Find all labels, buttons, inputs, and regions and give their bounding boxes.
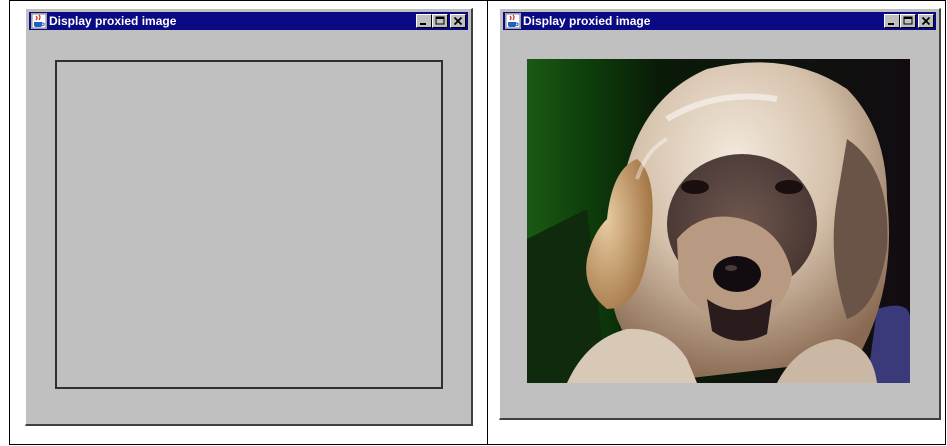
minimize-icon	[420, 23, 426, 25]
java-cup-icon[interactable]	[31, 13, 47, 29]
close-button[interactable]	[918, 14, 934, 28]
window-title: Display proxied image	[49, 14, 177, 28]
close-button[interactable]	[450, 14, 466, 28]
close-icon	[453, 16, 463, 26]
maximize-icon	[903, 16, 913, 25]
java-cup-icon[interactable]	[505, 13, 521, 29]
title-bar[interactable]: Display proxied image	[503, 12, 936, 30]
puppy-photo	[527, 59, 910, 383]
minimize-button[interactable]	[416, 14, 432, 28]
close-icon	[921, 16, 931, 26]
proxy-window-loading: Display proxied image	[25, 8, 473, 426]
image-placeholder	[55, 60, 443, 389]
minimize-icon	[888, 23, 894, 25]
figure-divider	[487, 0, 488, 445]
maximize-button[interactable]	[900, 14, 916, 28]
title-bar[interactable]: Display proxied image	[29, 12, 468, 30]
maximize-icon	[435, 16, 445, 25]
window-title: Display proxied image	[523, 14, 651, 28]
minimize-button[interactable]	[884, 14, 900, 28]
maximize-button[interactable]	[432, 14, 448, 28]
proxy-window-loaded: Display proxied image	[499, 8, 941, 420]
